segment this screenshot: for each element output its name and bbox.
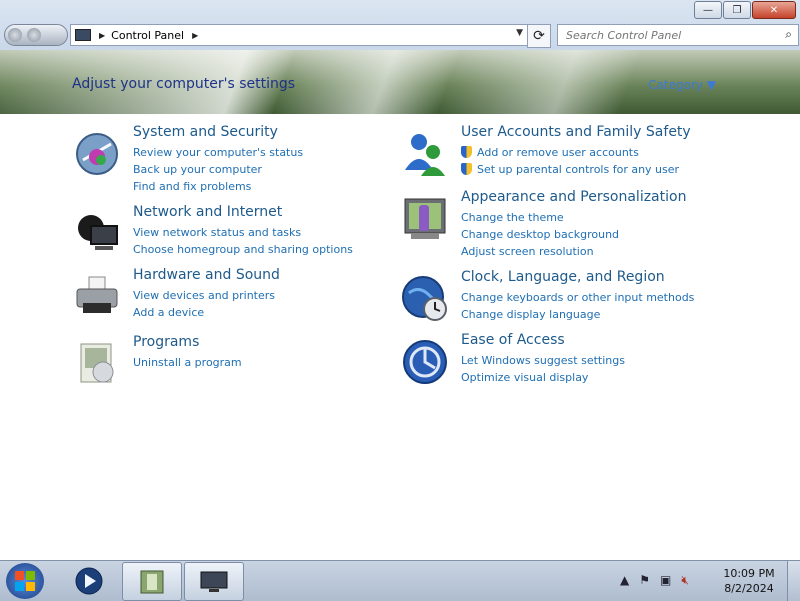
uac-shield-icon bbox=[461, 146, 472, 158]
windows-logo-icon bbox=[15, 571, 35, 591]
link-backup[interactable]: Back up your computer bbox=[133, 161, 303, 178]
action-center-flag-icon[interactable]: ⚑ bbox=[639, 573, 650, 588]
control-panel-icon bbox=[140, 570, 164, 593]
show-desktop-button[interactable] bbox=[787, 561, 800, 601]
clock-time: 10:09 PM bbox=[723, 567, 775, 580]
link-network-status[interactable]: View network status and tasks bbox=[133, 224, 353, 241]
refresh-icon: ⟳ bbox=[533, 28, 545, 44]
taskbar-explorer-window[interactable] bbox=[184, 562, 244, 601]
link-add-device[interactable]: Add a device bbox=[133, 304, 275, 321]
link-homegroup[interactable]: Choose homegroup and sharing options bbox=[133, 241, 353, 258]
users-icon bbox=[405, 134, 445, 176]
link-change-theme[interactable]: Change the theme bbox=[461, 209, 619, 226]
link-screen-resolution[interactable]: Adjust screen resolution bbox=[461, 243, 619, 260]
forward-arrow-icon[interactable] bbox=[27, 28, 41, 42]
category-title[interactable]: Appearance and Personalization bbox=[461, 189, 686, 205]
minimize-button[interactable]: — bbox=[694, 1, 722, 19]
taskbar-clock[interactable]: 10:09 PM 8/2/2024 bbox=[712, 566, 786, 596]
back-arrow-icon[interactable] bbox=[8, 28, 22, 42]
volume-muted-icon[interactable]: 🔇︎ bbox=[681, 573, 689, 588]
category-title[interactable]: Clock, Language, and Region bbox=[461, 269, 665, 285]
globe-clock-icon bbox=[402, 276, 447, 321]
computer-icon bbox=[75, 29, 91, 41]
category-title[interactable]: User Accounts and Family Safety bbox=[461, 124, 691, 140]
category-title[interactable]: Ease of Access bbox=[461, 332, 565, 348]
link-parental-controls[interactable]: Set up parental controls for any user bbox=[461, 161, 679, 178]
breadcrumb-control-panel[interactable]: Control Panel bbox=[111, 29, 184, 42]
ease-of-access-icon bbox=[403, 340, 447, 384]
link-fix-problems[interactable]: Find and fix problems bbox=[133, 178, 303, 195]
link-review-status[interactable]: Review your computer's status bbox=[133, 144, 303, 161]
taskbar: ▲ ⚑ ▣ 🔇︎ 10:09 PM 8/2/2024 bbox=[0, 560, 800, 601]
page-title: Adjust your computer's settings bbox=[72, 76, 296, 92]
breadcrumb-arrow-icon[interactable]: ▶ bbox=[192, 31, 198, 40]
view-by-dropdown[interactable]: Category ▼ bbox=[648, 78, 716, 92]
network-icon bbox=[78, 215, 118, 250]
category-title[interactable]: Network and Internet bbox=[133, 204, 282, 220]
link-add-remove-users[interactable]: Add or remove user accounts bbox=[461, 144, 679, 161]
address-dropdown-icon[interactable]: ▼ bbox=[516, 28, 523, 38]
media-player-icon bbox=[75, 567, 103, 594]
address-bar[interactable]: ▶ Control Panel ▶ ▼ bbox=[70, 24, 528, 46]
breadcrumb-arrow-icon[interactable]: ▶ bbox=[99, 31, 105, 40]
printer-icon bbox=[76, 276, 118, 313]
link-desktop-background[interactable]: Change desktop background bbox=[461, 226, 619, 243]
link-windows-suggest[interactable]: Let Windows suggest settings bbox=[461, 352, 625, 369]
network-status-icon[interactable]: ▣ bbox=[660, 573, 671, 588]
back-forward-buttons[interactable] bbox=[4, 24, 68, 46]
uac-shield-icon bbox=[461, 163, 472, 175]
link-change-keyboards[interactable]: Change keyboards or other input methods bbox=[461, 289, 694, 306]
system-tray: ▲ ⚑ ▣ 🔇︎ bbox=[620, 573, 689, 588]
link-devices-printers[interactable]: View devices and printers bbox=[133, 287, 275, 304]
maximize-button[interactable]: ❐ bbox=[723, 1, 751, 19]
search-icon[interactable]: ⌕ bbox=[785, 27, 792, 42]
window-controls: — ❐ ✕ bbox=[694, 1, 796, 19]
start-button[interactable] bbox=[6, 563, 44, 599]
show-hidden-icons-icon[interactable]: ▲ bbox=[620, 573, 629, 588]
category-title[interactable]: Hardware and Sound bbox=[133, 267, 280, 283]
close-button[interactable]: ✕ bbox=[752, 1, 796, 19]
link-optimize-display[interactable]: Optimize visual display bbox=[461, 369, 625, 386]
search-box[interactable]: ⌕ bbox=[557, 24, 799, 46]
link-display-language[interactable]: Change display language bbox=[461, 306, 694, 323]
header-banner: Adjust your computer's settings Category… bbox=[0, 50, 800, 114]
link-uninstall-program[interactable]: Uninstall a program bbox=[133, 354, 242, 371]
category-title[interactable]: System and Security bbox=[133, 124, 278, 140]
category-title[interactable]: Programs bbox=[133, 334, 199, 350]
taskbar-media-player[interactable] bbox=[60, 562, 118, 599]
system-security-icon bbox=[76, 133, 118, 175]
clock-date: 8/2/2024 bbox=[724, 582, 774, 595]
window-toolbar: — ❐ ✕ ▶ Control Panel ▶ ▼ ⟳ ⌕ bbox=[0, 0, 800, 50]
refresh-button[interactable]: ⟳ bbox=[527, 24, 551, 48]
taskbar-control-panel[interactable] bbox=[122, 562, 182, 601]
programs-icon bbox=[80, 343, 114, 383]
search-input[interactable] bbox=[558, 27, 778, 43]
monitor-icon bbox=[200, 571, 228, 592]
appearance-icon bbox=[404, 198, 446, 239]
